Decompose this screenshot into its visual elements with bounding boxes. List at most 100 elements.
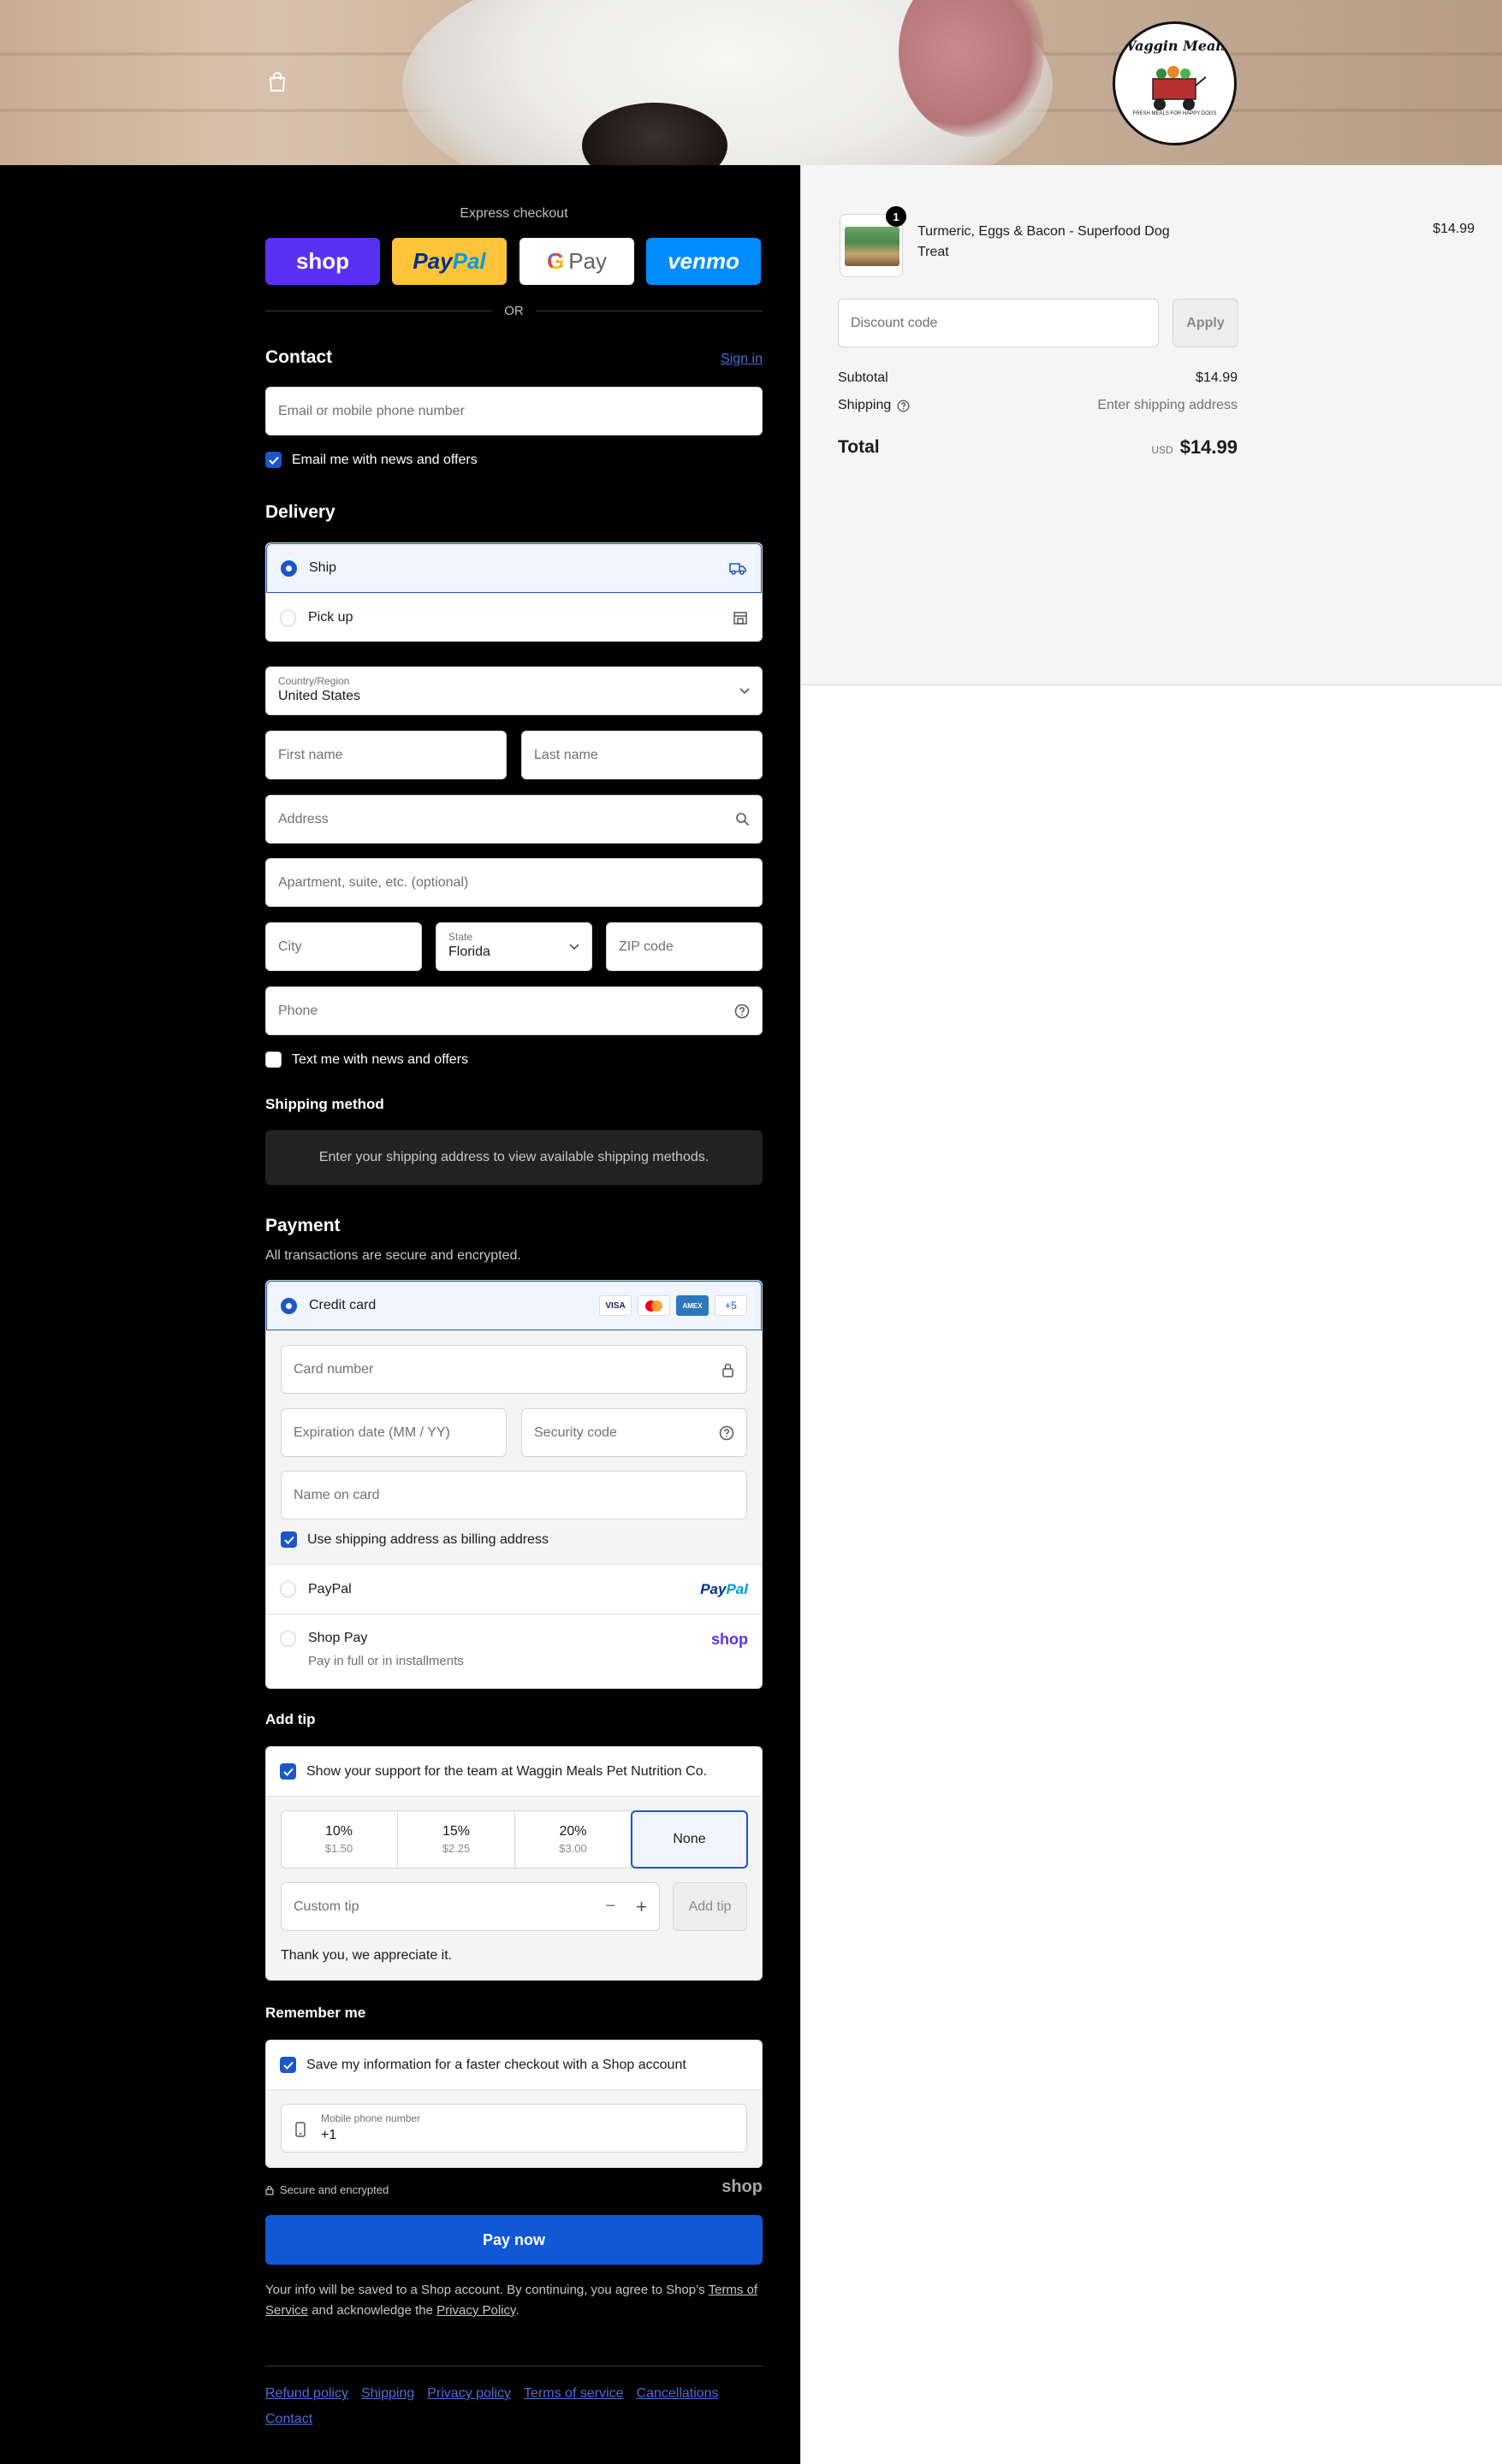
shopping-bag-icon[interactable] bbox=[268, 72, 287, 92]
delivery-option-ship[interactable]: Ship bbox=[266, 543, 762, 593]
store-logo[interactable]: Waggin Meals FRESH MEALS FOR HAPPY DOGS bbox=[1113, 21, 1237, 145]
venmo-label: venmo bbox=[668, 248, 739, 274]
apartment-placeholder: Apartment, suite, etc. (optional) bbox=[278, 874, 469, 890]
card-number-placeholder: Card number bbox=[294, 1361, 374, 1377]
order-summary-panel: 1 Turmeric, Eggs & Bacon - Superfood Dog… bbox=[800, 165, 1502, 2464]
support-label: Show your support for the team at Waggin… bbox=[306, 1763, 708, 1779]
delivery-option-pickup[interactable]: Pick up bbox=[266, 593, 762, 641]
footer-link-terms[interactable]: Terms of service bbox=[524, 2386, 623, 2401]
mastercard-icon bbox=[638, 1295, 670, 1316]
help-circle-icon[interactable] bbox=[897, 400, 910, 412]
pickup-label: Pick up bbox=[308, 610, 353, 625]
truck-icon bbox=[729, 563, 746, 575]
country-value: United States bbox=[278, 689, 361, 703]
radio-unselected[interactable] bbox=[280, 609, 296, 626]
total-currency: USD bbox=[1151, 444, 1173, 456]
header-banner: Waggin Meals FRESH MEALS FOR HAPPY DOGS bbox=[0, 0, 1502, 165]
privacy-policy-link[interactable]: Privacy Policy bbox=[436, 2303, 515, 2318]
shop-pay-button[interactable]: shop bbox=[265, 238, 380, 285]
paypal-logo: PayPal bbox=[700, 1581, 748, 1598]
city-input[interactable]: City bbox=[265, 922, 422, 971]
checkbox-checked[interactable] bbox=[281, 1531, 297, 1548]
order-summary: 1 Turmeric, Eggs & Bacon - Superfood Dog… bbox=[801, 165, 1502, 685]
tip-panel: Show your support for the team at Waggin… bbox=[265, 1746, 763, 1981]
tip-option-15[interactable]: 15% $2.25 bbox=[398, 1810, 515, 1869]
tip-thanks: Thank you, we appreciate it. bbox=[281, 1948, 453, 1963]
tip-amount: $3.00 bbox=[559, 1842, 587, 1855]
payment-option-paypal[interactable]: PayPal PayPal bbox=[266, 1564, 762, 1614]
footer-link-contact[interactable]: Contact bbox=[265, 2412, 312, 2426]
paypal-button[interactable]: Pay Pal bbox=[392, 238, 507, 285]
help-circle-icon[interactable] bbox=[719, 1425, 734, 1441]
state-select[interactable]: State Florida bbox=[436, 922, 592, 971]
card-number-input[interactable]: Card number bbox=[281, 1345, 747, 1394]
paypal-logo-b: Pal bbox=[726, 1580, 748, 1597]
tip-decrement-button[interactable]: − bbox=[605, 1897, 615, 1916]
logo-tagline: FRESH MEALS FOR HAPPY DOGS bbox=[1132, 111, 1217, 116]
phone-input[interactable]: Phone bbox=[265, 986, 763, 1035]
custom-tip-input[interactable]: Custom tip − + bbox=[281, 1882, 660, 1931]
chevron-down-icon bbox=[569, 943, 579, 950]
footer-link-cancellations[interactable]: Cancellations bbox=[637, 2386, 719, 2401]
sign-in-link[interactable]: Sign in bbox=[721, 352, 763, 367]
country-select[interactable]: Country/Region United States bbox=[265, 666, 763, 715]
email-input[interactable]: Email or mobile phone number bbox=[265, 387, 763, 435]
apply-discount-button[interactable]: Apply bbox=[1173, 299, 1238, 347]
zip-input[interactable]: ZIP code bbox=[606, 922, 763, 971]
lock-icon bbox=[265, 2185, 274, 2195]
product-image bbox=[845, 227, 899, 266]
shop-pay-option-label: Shop Pay bbox=[308, 1631, 368, 1645]
checkbox-checked[interactable] bbox=[280, 1763, 296, 1780]
billing-address-checkbox[interactable]: Use shipping address as billing address bbox=[281, 1531, 549, 1548]
address-input[interactable]: Address bbox=[265, 795, 763, 844]
payment-option-shop-pay[interactable]: Shop Pay Pay in full or in installments … bbox=[266, 1614, 762, 1688]
venmo-button[interactable]: venmo bbox=[646, 238, 761, 285]
shipping-value: Enter shipping address bbox=[1097, 398, 1238, 412]
checkbox-unchecked[interactable] bbox=[265, 1051, 282, 1068]
mobile-phone-input[interactable]: Mobile phone number +1 bbox=[281, 2104, 747, 2153]
subtotal-value: $14.99 bbox=[1196, 370, 1238, 385]
tip-option-10[interactable]: 10% $1.50 bbox=[281, 1810, 398, 1869]
apartment-input[interactable]: Apartment, suite, etc. (optional) bbox=[265, 858, 763, 907]
name-on-card-placeholder: Name on card bbox=[294, 1487, 380, 1502]
support-checkbox-row[interactable]: Show your support for the team at Waggin… bbox=[266, 1747, 762, 1797]
ship-label: Ship bbox=[309, 560, 337, 575]
footer-link-shipping[interactable]: Shipping bbox=[361, 2386, 414, 2401]
tip-amount: $2.25 bbox=[442, 1842, 471, 1855]
expiry-input[interactable]: Expiration date (MM / YY) bbox=[281, 1408, 507, 1457]
radio-unselected[interactable] bbox=[280, 1581, 296, 1597]
name-on-card-input[interactable]: Name on card bbox=[281, 1471, 747, 1519]
radio-selected[interactable] bbox=[281, 1297, 297, 1314]
discount-code-input[interactable]: Discount code bbox=[838, 299, 1159, 347]
footer-link-refund[interactable]: Refund policy bbox=[265, 2386, 348, 2401]
tip-none-label: None bbox=[673, 1832, 706, 1846]
payment-option-credit-card[interactable]: Credit card VISA AMEX +5 bbox=[266, 1281, 762, 1330]
last-name-input[interactable]: Last name bbox=[521, 731, 763, 779]
tip-option-none[interactable]: None bbox=[631, 1810, 748, 1869]
email-news-checkbox[interactable]: Email me with news and offers bbox=[265, 452, 478, 468]
shop-pay-logo: shop bbox=[711, 1631, 748, 1648]
billing-address-label: Use shipping address as billing address bbox=[307, 1531, 549, 1547]
last-name-placeholder: Last name bbox=[534, 747, 598, 762]
google-pay-button[interactable]: G Pay bbox=[519, 238, 634, 285]
first-name-input[interactable]: First name bbox=[265, 731, 507, 779]
save-info-checkbox-row[interactable]: Save my information for a faster checkou… bbox=[266, 2040, 762, 2090]
product-name: Turmeric, Eggs & Bacon - Superfood Dog T… bbox=[917, 224, 1170, 259]
product-price: $14.99 bbox=[1433, 222, 1475, 236]
tip-option-20[interactable]: 20% $3.00 bbox=[515, 1810, 632, 1869]
checkbox-checked[interactable] bbox=[280, 2057, 296, 2073]
pay-now-button[interactable]: Pay now bbox=[265, 2215, 763, 2265]
tip-increment-button[interactable]: + bbox=[636, 1896, 647, 1918]
logo-text: Waggin Meals bbox=[1120, 38, 1229, 54]
radio-unselected[interactable] bbox=[280, 1631, 296, 1647]
zip-placeholder: ZIP code bbox=[619, 939, 674, 954]
help-circle-icon[interactable] bbox=[734, 1004, 750, 1019]
add-tip-button[interactable]: Add tip bbox=[673, 1882, 747, 1931]
radio-selected[interactable] bbox=[281, 560, 297, 577]
footer-link-privacy[interactable]: Privacy policy bbox=[427, 2386, 511, 2401]
security-code-input[interactable]: Security code bbox=[521, 1408, 747, 1457]
checkbox-checked[interactable] bbox=[265, 452, 282, 468]
text-news-checkbox[interactable]: Text me with news and offers bbox=[265, 1051, 468, 1068]
legal-notice: Your info will be saved to a Shop accoun… bbox=[265, 2280, 763, 2321]
phone-placeholder: Phone bbox=[278, 1003, 318, 1018]
